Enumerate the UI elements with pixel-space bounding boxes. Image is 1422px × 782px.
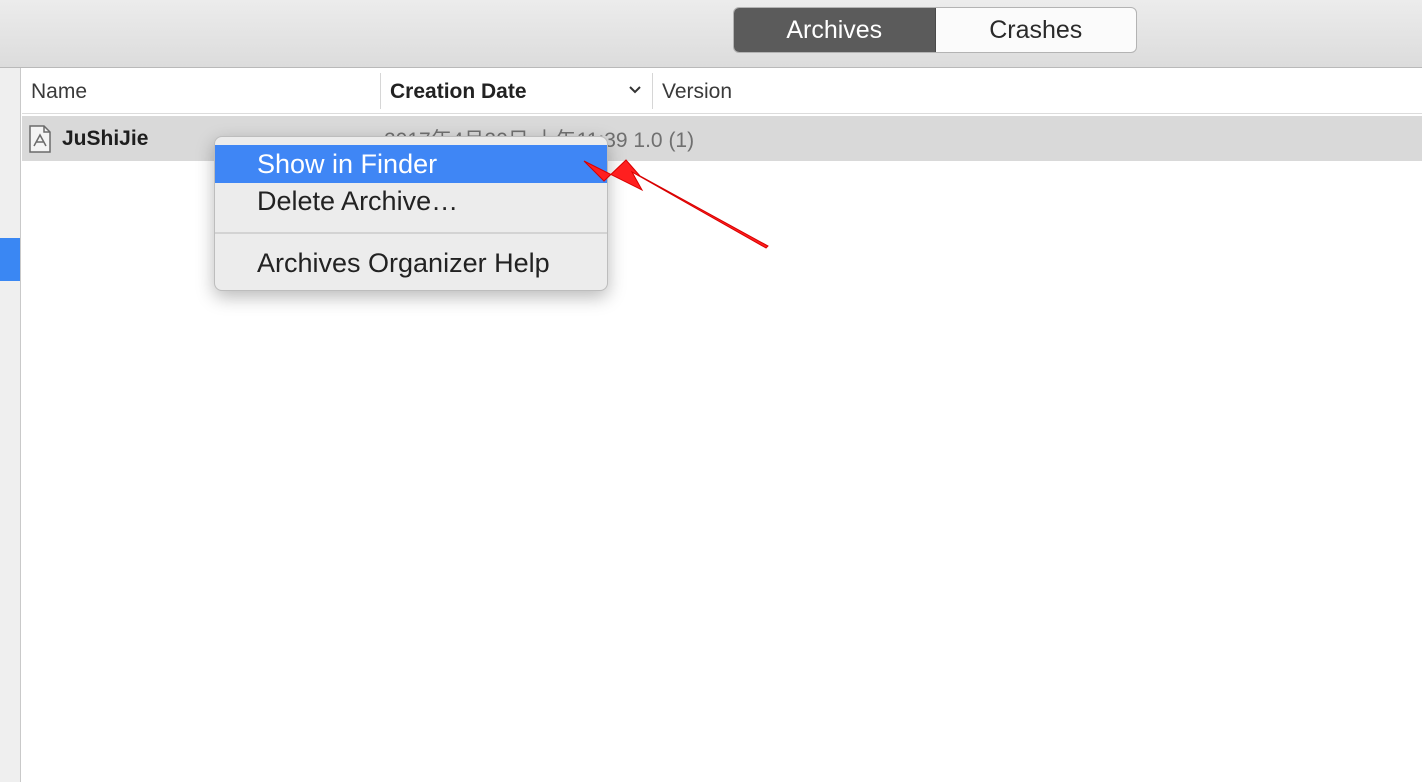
menu-item-archives-organizer-help[interactable]: Archives Organizer Help <box>215 244 607 282</box>
menu-item-delete-archive[interactable]: Delete Archive… <box>215 182 607 220</box>
table-header: Name Creation Date Version <box>22 69 1422 114</box>
menu-separator <box>215 232 607 234</box>
column-divider[interactable] <box>380 73 381 109</box>
context-menu: Show in Finder Delete Archive… Archives … <box>214 136 608 291</box>
chevron-down-icon[interactable] <box>626 81 644 99</box>
column-header-creation-date[interactable]: Creation Date <box>390 69 527 114</box>
sidebar <box>0 68 21 782</box>
archive-icon <box>29 125 51 153</box>
archives-crashes-segmented-control: Archives Crashes <box>733 7 1137 53</box>
column-header-name[interactable]: Name <box>31 69 87 114</box>
menu-item-show-in-finder[interactable]: Show in Finder <box>215 145 607 183</box>
crashes-tab[interactable]: Crashes <box>936 8 1137 52</box>
sidebar-selection-indicator[interactable] <box>0 238 20 281</box>
archives-tab[interactable]: Archives <box>734 8 936 52</box>
toolbar: Archives Crashes <box>0 0 1422 68</box>
archive-name: JuShiJie <box>62 126 149 150</box>
column-divider[interactable] <box>652 73 653 109</box>
column-header-version[interactable]: Version <box>662 69 732 114</box>
